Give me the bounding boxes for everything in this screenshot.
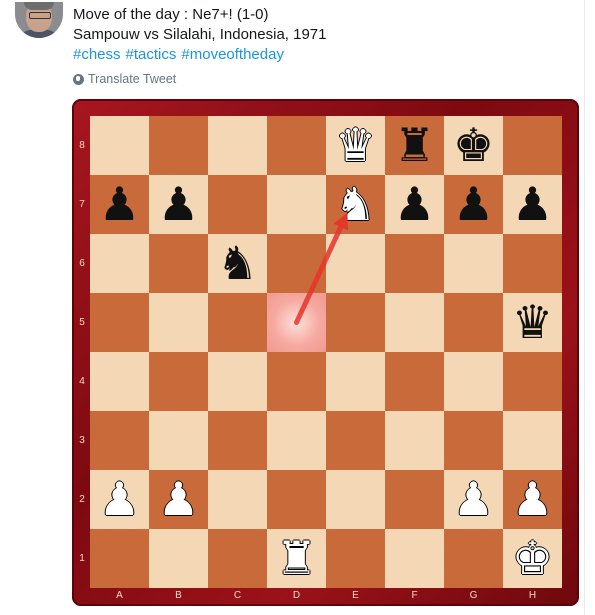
square-b8[interactable] (149, 116, 208, 175)
white-pawn-b2-icon[interactable]: ♟ (149, 470, 208, 529)
black-king-g8-icon[interactable]: ♚ (444, 116, 503, 175)
rank-label-8: 8 (79, 139, 85, 151)
white-king-h1-icon[interactable]: ♚ (503, 529, 562, 588)
square-g5[interactable] (444, 293, 503, 352)
square-e2[interactable] (326, 470, 385, 529)
square-f3[interactable] (385, 411, 444, 470)
file-label-b: B (175, 590, 182, 601)
white-queen-e8-icon[interactable]: ♛ (326, 116, 385, 175)
rank-label-1: 1 (79, 552, 85, 564)
square-b1[interactable] (149, 529, 208, 588)
file-label-c: C (233, 590, 242, 601)
square-e5[interactable] (326, 293, 385, 352)
square-e1[interactable] (326, 529, 385, 588)
square-g1[interactable] (444, 529, 503, 588)
square-g4[interactable] (444, 352, 503, 411)
black-knight-c6-icon[interactable]: ♞ (208, 234, 267, 293)
square-c5[interactable] (208, 293, 267, 352)
square-g6[interactable] (444, 234, 503, 293)
square-f6[interactable] (385, 234, 444, 293)
white-pawn-g2-icon[interactable]: ♟ (444, 470, 503, 529)
tweet-hashtags: #chess #tactics #moveoftheday (73, 45, 327, 65)
square-h4[interactable] (503, 352, 562, 411)
file-label-a: A (116, 590, 123, 601)
square-a8[interactable] (90, 116, 149, 175)
timeline-divider (584, 0, 585, 615)
translate-tweet-link[interactable]: Translate Tweet (73, 72, 176, 86)
rank-label-6: 6 (79, 257, 85, 269)
square-a6[interactable] (90, 234, 149, 293)
tweet-title: Move of the day : Ne7+! (1-0) (73, 6, 269, 23)
file-label-g: G (469, 590, 478, 601)
square-h3[interactable] (503, 411, 562, 470)
square-c7[interactable] (208, 175, 267, 234)
square-d5[interactable] (267, 293, 326, 352)
hashtag-tactics[interactable]: #tactics (126, 46, 177, 63)
square-c8[interactable] (208, 116, 267, 175)
avatar-glasses (29, 12, 51, 19)
square-e3[interactable] (326, 411, 385, 470)
square-c1[interactable] (208, 529, 267, 588)
square-c4[interactable] (208, 352, 267, 411)
file-label-f: F (411, 590, 418, 601)
rank-label-3: 3 (79, 434, 85, 446)
square-c3[interactable] (208, 411, 267, 470)
tweet-body: Move of the day : Ne7+! (1-0) Sampouw vs… (73, 5, 327, 65)
square-b4[interactable] (149, 352, 208, 411)
black-pawn-f7-icon[interactable]: ♟ (385, 175, 444, 234)
avatar[interactable] (15, 2, 63, 38)
square-b5[interactable] (149, 293, 208, 352)
white-rook-d1-icon[interactable]: ♜ (267, 529, 326, 588)
black-pawn-h7-icon[interactable]: ♟ (503, 175, 562, 234)
file-label-e: E (352, 590, 359, 601)
square-g3[interactable] (444, 411, 503, 470)
square-d3[interactable] (267, 411, 326, 470)
square-h8[interactable] (503, 116, 562, 175)
rank-label-2: 2 (79, 493, 85, 505)
white-knight-e7-icon[interactable]: ♞ (326, 175, 385, 234)
hashtag-moveoftheday[interactable]: #moveoftheday (181, 46, 284, 63)
hashtag-chess[interactable]: #chess (73, 46, 121, 63)
square-f1[interactable] (385, 529, 444, 588)
globe-icon (73, 73, 84, 85)
chessboard[interactable]: ♛ ♜ ♚ ♟ ♟ ♞ ♟ ♟ ♟ ♞ ♛ ♟ ♟ ♟ ♟ ♜ ♚ (90, 116, 562, 588)
rank-label-7: 7 (79, 198, 85, 210)
file-label-h: H (528, 590, 537, 601)
square-f2[interactable] (385, 470, 444, 529)
black-pawn-g7-icon[interactable]: ♟ (444, 175, 503, 234)
white-pawn-a2-icon[interactable]: ♟ (90, 470, 149, 529)
square-a4[interactable] (90, 352, 149, 411)
square-a3[interactable] (90, 411, 149, 470)
square-d2[interactable] (267, 470, 326, 529)
square-h6[interactable] (503, 234, 562, 293)
square-e6[interactable] (326, 234, 385, 293)
rank-label-4: 4 (79, 375, 85, 387)
white-pawn-h2-icon[interactable]: ♟ (503, 470, 562, 529)
black-queen-h5-icon[interactable]: ♛ (503, 293, 562, 352)
square-f4[interactable] (385, 352, 444, 411)
rank-label-5: 5 (79, 316, 85, 328)
square-d8[interactable] (267, 116, 326, 175)
square-b3[interactable] (149, 411, 208, 470)
square-c2[interactable] (208, 470, 267, 529)
file-label-d: D (292, 590, 301, 601)
square-e4[interactable] (326, 352, 385, 411)
square-a1[interactable] (90, 529, 149, 588)
black-pawn-b7-icon[interactable]: ♟ (149, 175, 208, 234)
black-pawn-a7-icon[interactable]: ♟ (90, 175, 149, 234)
square-d6[interactable] (267, 234, 326, 293)
tweet-game-info: Sampouw vs Silalahi, Indonesia, 1971 (73, 26, 327, 43)
square-d7[interactable] (267, 175, 326, 234)
translate-tweet-label: Translate Tweet (88, 72, 177, 86)
black-rook-f8-icon[interactable]: ♜ (385, 116, 444, 175)
square-f5[interactable] (385, 293, 444, 352)
square-d4[interactable] (267, 352, 326, 411)
square-a5[interactable] (90, 293, 149, 352)
square-b6[interactable] (149, 234, 208, 293)
avatar-hair (24, 2, 54, 10)
